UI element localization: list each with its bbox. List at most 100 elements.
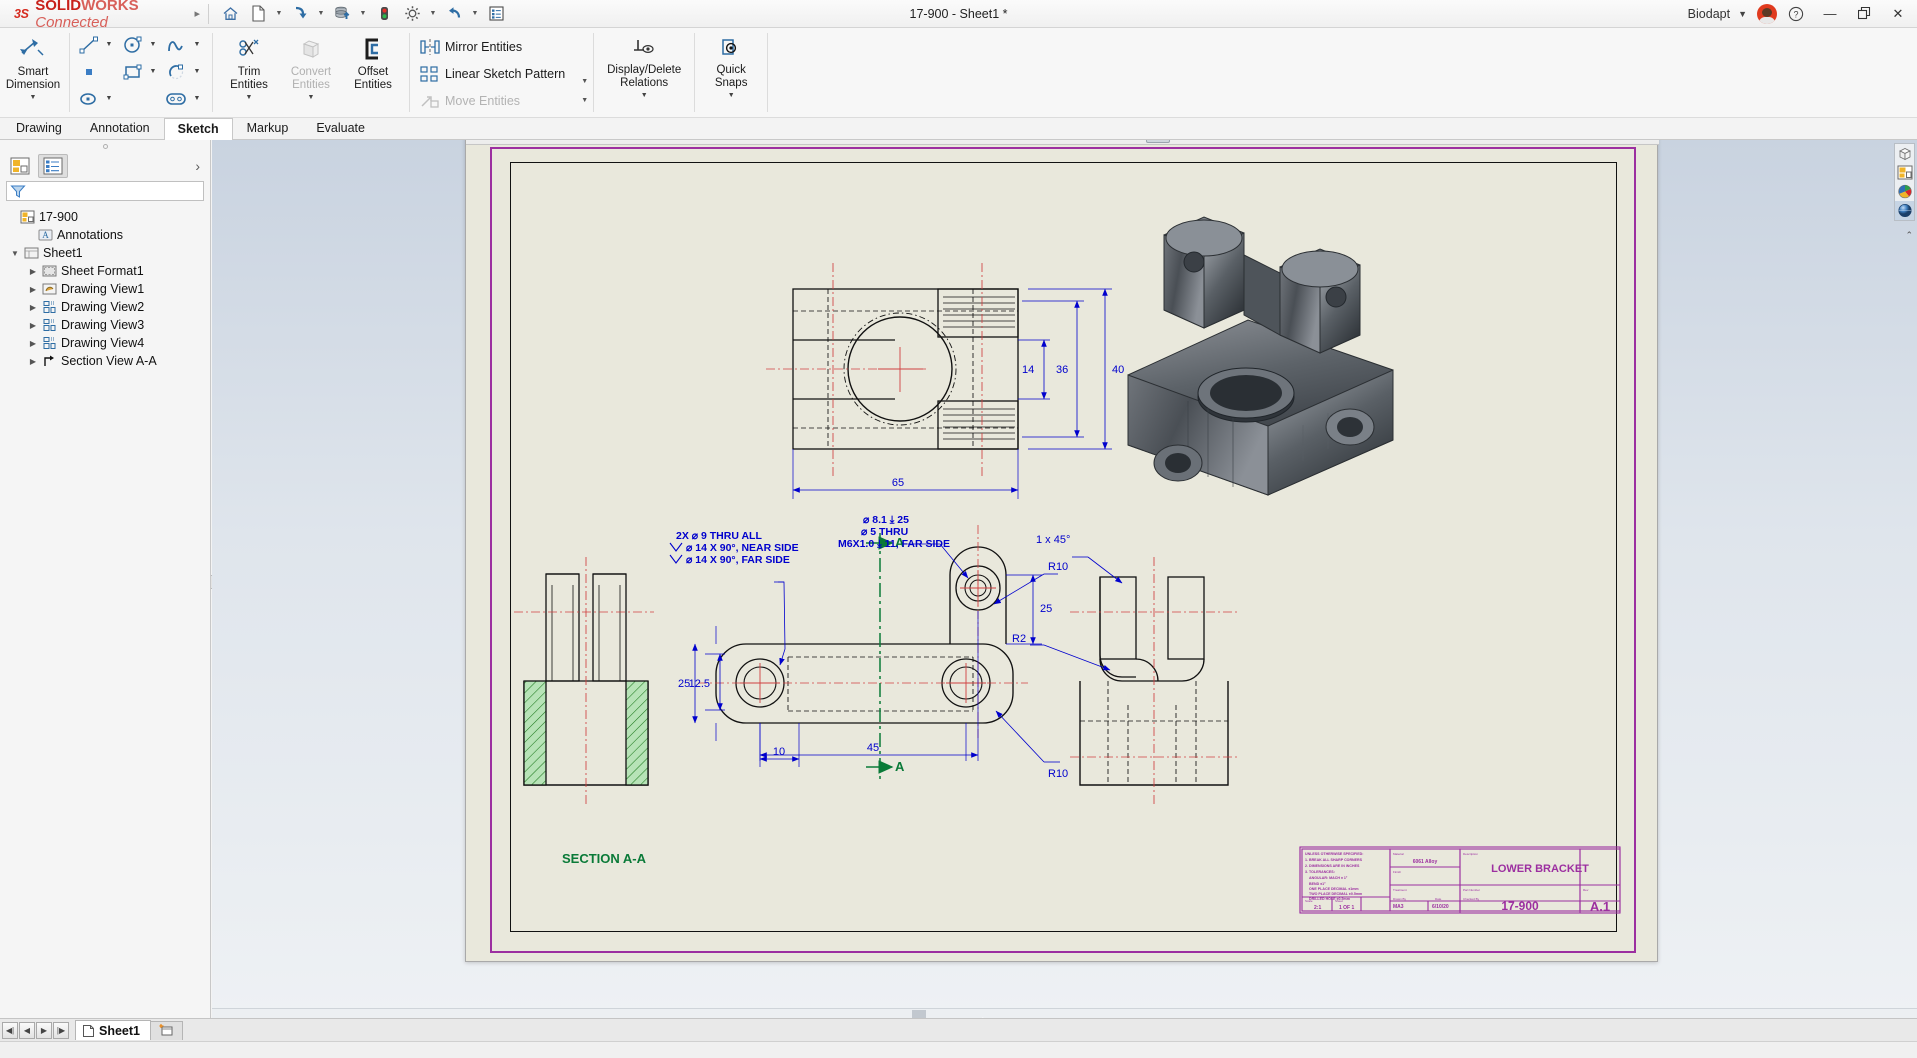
point-icon[interactable]: [75, 60, 103, 84]
zoom-in-out-icon[interactable]: [974, 140, 998, 143]
horizontal-scrollbar[interactable]: [212, 1008, 1917, 1018]
previous-view-icon[interactable]: [999, 140, 1023, 143]
save-dropdown-icon[interactable]: ▼: [357, 10, 369, 17]
circle-icon[interactable]: [119, 33, 147, 57]
slot-icon[interactable]: [163, 87, 191, 111]
right-strip-collapse-icon[interactable]: ⌃: [1905, 230, 1913, 241]
drawing-view-front-section[interactable]: 40 36 14 65: [766, 263, 1124, 499]
section-view-toolbar-icon[interactable]: [1049, 140, 1073, 143]
sheet-tab-sheet1[interactable]: Sheet1: [75, 1020, 151, 1040]
ellipse-dropdown-icon[interactable]: ▼: [104, 95, 114, 102]
title-block[interactable]: UNLESS OTHERWISE SPECIFIED: 1. BREAK ALL…: [1299, 846, 1621, 914]
tab-evaluate[interactable]: Evaluate: [302, 117, 379, 139]
tree-item-drawing-view3[interactable]: ▶ Drawing View3: [4, 316, 210, 334]
drawing-view-right-side[interactable]: 1 x 45° R2: [1012, 534, 1240, 805]
undo-icon[interactable]: [441, 2, 467, 26]
tab-drawing[interactable]: Drawing: [2, 117, 76, 139]
nav-prev-sheet-icon[interactable]: ◀: [19, 1021, 35, 1039]
scenes-lights-icon[interactable]: [1895, 201, 1914, 220]
new-document-icon[interactable]: [245, 2, 271, 26]
hide-show-items-icon[interactable]: [1110, 140, 1134, 143]
property-manager-tab-icon[interactable]: [38, 153, 68, 178]
scrollbar-thumb[interactable]: [912, 1010, 926, 1018]
drawing-sheet[interactable]: 40 36 14 65 A A 25 12.5 25 10 45 R10 R10…: [488, 145, 1638, 955]
add-sheet-button[interactable]: [150, 1020, 183, 1040]
undo-dropdown-icon[interactable]: ▼: [469, 10, 481, 17]
tree-item-sheet-format1[interactable]: ▶ Sheet Format1: [4, 262, 210, 280]
linear-pattern-dropdown-icon[interactable]: ▼: [581, 78, 588, 85]
options-gear-icon[interactable]: [399, 2, 425, 26]
tree-expander-down-icon[interactable]: ▼: [8, 249, 22, 258]
doc-close-icon[interactable]: ✕: [1633, 140, 1655, 142]
line-dropdown-icon[interactable]: ▼: [104, 41, 114, 48]
display-delete-relations-dropdown-icon[interactable]: ▼: [641, 92, 648, 99]
feature-manager-tab-icon[interactable]: [5, 154, 35, 178]
display-style-icon[interactable]: [1074, 140, 1098, 143]
open-revision-icon[interactable]: [287, 2, 313, 26]
nav-next-sheet-icon[interactable]: ▶: [36, 1021, 52, 1039]
tree-expander-right-icon[interactable]: ▶: [26, 339, 40, 348]
mirror-entities-button[interactable]: Mirror Entities: [415, 33, 569, 60]
doc-restore-icon[interactable]: [1537, 140, 1559, 142]
user-dropdown-icon[interactable]: ▼: [1734, 9, 1753, 19]
move-entities-dropdown-icon[interactable]: ▼: [581, 97, 588, 104]
line-icon[interactable]: [75, 33, 103, 57]
panel-splitter[interactable]: [0, 140, 210, 152]
graphics-area[interactable]: ▼ ▼ — ✕: [212, 140, 1917, 1018]
home-icon[interactable]: [217, 2, 243, 26]
save-to-cloud-icon[interactable]: [329, 2, 355, 26]
drawing-view-isometric[interactable]: [1127, 216, 1394, 496]
rectangle-icon[interactable]: [119, 60, 147, 84]
offset-entities-button[interactable]: Offset Entities: [342, 31, 404, 92]
circle-dropdown-icon[interactable]: ▼: [148, 41, 158, 48]
user-account-label[interactable]: Biodapt: [1688, 7, 1730, 21]
appearances-icon[interactable]: [1895, 182, 1914, 201]
nav-first-sheet-icon[interactable]: ◀|: [2, 1021, 18, 1039]
rotate-view-icon[interactable]: [1024, 140, 1048, 143]
help-button[interactable]: ?: [1781, 1, 1811, 27]
arc-icon[interactable]: [163, 60, 191, 84]
tree-item-document[interactable]: 17-900: [4, 208, 210, 226]
slot-dropdown-icon[interactable]: ▼: [192, 95, 202, 102]
tree-expander-right-icon[interactable]: ▶: [26, 303, 40, 312]
convert-entities-button[interactable]: Convert Entities ▼: [280, 31, 342, 101]
new-document-dropdown-icon[interactable]: ▼: [273, 10, 285, 17]
avatar[interactable]: [1757, 3, 1777, 24]
task-list-icon[interactable]: [483, 2, 509, 26]
linear-sketch-pattern-button[interactable]: Linear Sketch Pattern: [415, 60, 569, 87]
quick-snaps-dropdown-icon[interactable]: ▼: [728, 92, 735, 99]
drawing-view-top[interactable]: A A 25 12.5 25 10 45 R10 R10 2X ⌀ 9 THRU…: [669, 514, 1068, 783]
smart-dimension-button[interactable]: Smart Dimension ▼: [2, 31, 64, 101]
brand-expand-icon[interactable]: ▸: [194, 7, 200, 20]
feature-filter-input[interactable]: [6, 181, 204, 201]
open-revision-dropdown-icon[interactable]: ▼: [315, 10, 327, 17]
restore-button[interactable]: [1849, 1, 1879, 27]
tree-expander-right-icon[interactable]: ▶: [26, 285, 40, 294]
display-manager-icon[interactable]: [1895, 163, 1914, 182]
zoom-to-fit-icon[interactable]: [924, 140, 948, 143]
panel-expand-chevron-icon[interactable]: ›: [195, 158, 200, 174]
doc-maximize-icon[interactable]: [1609, 140, 1631, 142]
minimize-button[interactable]: —: [1815, 1, 1845, 27]
ellipse-icon[interactable]: [75, 87, 103, 111]
trim-entities-button[interactable]: Trim Entities ▼: [218, 31, 280, 101]
tree-item-annotations[interactable]: A Annotations: [4, 226, 210, 244]
trim-entities-dropdown-icon[interactable]: ▼: [246, 94, 253, 101]
quick-snaps-button[interactable]: Quick Snaps ▼: [700, 31, 762, 99]
arc-dropdown-icon[interactable]: ▼: [192, 68, 202, 75]
tab-sketch[interactable]: Sketch: [163, 118, 233, 140]
move-entities-button[interactable]: Move Entities: [415, 87, 569, 114]
tree-expander-right-icon[interactable]: ▶: [26, 321, 40, 330]
tree-item-drawing-view1[interactable]: ▶ Drawing View1: [4, 280, 210, 298]
tree-expander-right-icon[interactable]: ▶: [26, 357, 40, 366]
tree-item-sheet1[interactable]: ▼ Sheet1: [4, 244, 210, 262]
tree-item-drawing-view4[interactable]: ▶ Drawing View4: [4, 334, 210, 352]
display-delete-relations-button[interactable]: Display/Delete Relations ▼: [599, 31, 689, 99]
tab-markup[interactable]: Markup: [233, 117, 303, 139]
view-palette-icon[interactable]: [1895, 144, 1914, 163]
tree-item-section-view-aa[interactable]: ▶ Section View A-A: [4, 352, 210, 370]
options-dropdown-icon[interactable]: ▼: [427, 10, 439, 17]
smart-dimension-dropdown-icon[interactable]: ▼: [30, 94, 37, 101]
doc-minimize-icon[interactable]: —: [1585, 140, 1607, 142]
rectangle-dropdown-icon[interactable]: ▼: [148, 68, 158, 75]
